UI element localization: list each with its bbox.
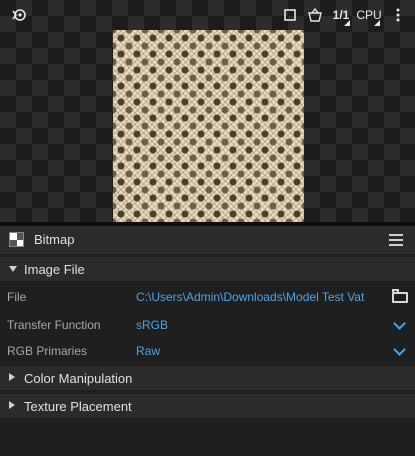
logo-icon[interactable] xyxy=(10,6,28,24)
section-image-file[interactable]: Image File xyxy=(0,257,415,281)
chevron-right-icon xyxy=(9,401,15,409)
file-path-field[interactable]: C:\Users\Admin\Downloads\Model Test Vat xyxy=(136,290,386,304)
section-texture-placement[interactable]: Texture Placement xyxy=(0,394,415,418)
section-label: Image File xyxy=(24,262,85,277)
chevron-right-icon xyxy=(9,373,15,381)
kebab-menu-icon[interactable] xyxy=(392,6,404,24)
bitmap-icon xyxy=(9,232,24,247)
panel-title: Bitmap xyxy=(34,232,75,247)
property-row-transfer-function: Transfer Function sRGB xyxy=(0,312,415,338)
preview-toolbar: 1/1 CPU xyxy=(0,0,415,30)
property-row-file: File C:\Users\Admin\Downloads\Model Test… xyxy=(0,284,415,310)
panel-header: Bitmap xyxy=(0,226,415,254)
section-color-manipulation[interactable]: Color Manipulation xyxy=(0,366,415,390)
section-label: Texture Placement xyxy=(24,399,132,414)
texture-preview xyxy=(113,30,304,222)
rgb-primaries-select[interactable]: Raw xyxy=(136,344,384,358)
ratio-dropdown-indicator xyxy=(344,20,350,26)
chevron-down-icon[interactable] xyxy=(393,317,406,330)
property-key: Transfer Function xyxy=(7,318,101,332)
property-key: RGB Primaries xyxy=(7,344,88,358)
property-row-rgb-primaries: RGB Primaries Raw xyxy=(0,338,415,364)
section-label: Color Manipulation xyxy=(24,371,133,386)
basket-icon[interactable] xyxy=(306,6,324,24)
device-dropdown-indicator xyxy=(374,20,380,26)
sliders-icon[interactable] xyxy=(389,234,403,246)
property-key: File xyxy=(7,290,27,304)
transfer-function-select[interactable]: sRGB xyxy=(136,318,384,332)
bitmap-panel: Bitmap Image File File C:\Users\Admin\Do… xyxy=(0,226,415,456)
preview-area: 1/1 CPU xyxy=(0,0,415,222)
folder-icon[interactable] xyxy=(392,289,408,303)
square-icon[interactable] xyxy=(282,6,298,24)
chevron-down-icon xyxy=(9,266,17,272)
chevron-down-icon[interactable] xyxy=(393,343,406,356)
